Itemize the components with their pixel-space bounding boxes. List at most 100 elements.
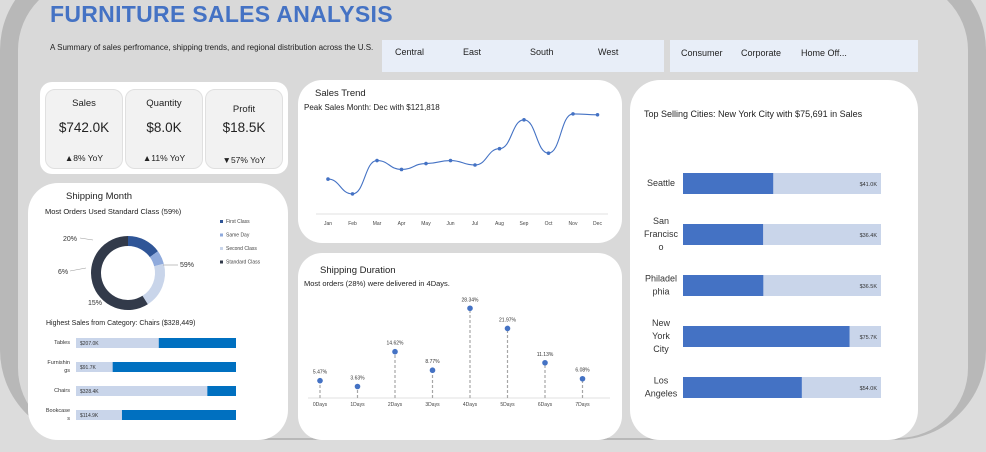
slicer-item-central[interactable]: Central <box>395 47 424 57</box>
city-axis-label: San <box>653 216 669 226</box>
city-axis-label: Los <box>654 376 669 386</box>
slicer-item-west[interactable]: West <box>598 47 618 57</box>
sales-trend-point <box>399 167 404 172</box>
donut-slice <box>127 236 158 258</box>
duration-point <box>392 348 398 355</box>
sales-trend-line <box>327 113 598 195</box>
sales-trend-chart: Jan Feb Mar Apr May Jun Jul Aug Sep Oct Nov Dec <box>316 112 608 227</box>
region-slicer: Central East South West <box>382 40 664 72</box>
legend-label: First Class <box>226 219 250 225</box>
trend-axis-label: Sep <box>520 221 529 227</box>
top-cities-chart: $41.0K Seattle $36.4K San Francisc o $36.5K Phi… <box>644 173 881 399</box>
category-bar-label: $207.0K <box>80 341 99 347</box>
sales-trend-point <box>350 192 355 196</box>
city-axis-label: Angeles <box>645 389 678 399</box>
shipping-duration-panel: Shipping Duration Most orders (28%) were… <box>298 253 622 440</box>
trend-axis-label: Jun <box>446 221 454 227</box>
legend-swatch <box>220 220 223 223</box>
duration-axis-label: 1Days <box>350 402 365 408</box>
trend-axis-label: Jul <box>472 221 478 227</box>
trend-axis-label: Nov <box>569 221 578 227</box>
kpi-yoy: ▼57% YoY <box>222 155 266 165</box>
shipping-title: Shipping Month <box>66 191 133 202</box>
category-title: Highest Sales from Category: Chairs ($32… <box>46 320 196 327</box>
kpi-label: Sales <box>72 98 96 109</box>
legend-swatch <box>220 247 223 250</box>
kpi-sales: Sales $742.0K ▲8% YoY <box>45 89 123 169</box>
city-bar <box>683 224 764 245</box>
category-axis-label: Tables <box>54 340 70 346</box>
sales-trend-point <box>546 151 551 155</box>
top-cities-panel: Top Selling Cities: New York City with $… <box>630 80 918 440</box>
slicer-item-east[interactable]: East <box>463 47 481 57</box>
city-bar-label: $36.4K <box>860 233 878 239</box>
kpi-value: $8.0K <box>146 120 182 135</box>
category-bar-label: $114.9K <box>80 413 99 419</box>
kpi-value: $18.5K <box>222 120 266 135</box>
duration-point <box>504 325 511 332</box>
donut-slice <box>142 263 165 305</box>
duration-data-label: 3.63% <box>350 376 365 382</box>
category-axis-label: Furnishin <box>47 360 70 366</box>
category-axis-label: Chairs <box>54 388 70 394</box>
slicer-item-consumer[interactable]: Consumer <box>681 48 723 58</box>
city-bar-label: $36.5K <box>860 284 878 290</box>
sales-trend-point <box>595 112 600 117</box>
slicer-item-south[interactable]: South <box>530 47 554 57</box>
duration-axis-label: 4Days <box>463 402 478 408</box>
legend-label: Second Class <box>226 246 257 252</box>
duration-data-label: 5.47% <box>313 370 328 376</box>
duration-axis-label: 2Days <box>388 402 403 408</box>
kpi-panel: Sales $742.0K ▲8% YoY Quantity $8.0K ▲11… <box>40 82 288 174</box>
kpi-label: Quantity <box>146 98 182 109</box>
category-axis-label: gs <box>64 368 70 374</box>
shipping-duration-chart: 5.47% 0Days 3.63% 1Days 14.62% 2Days 8.77% 3Day… <box>308 297 610 408</box>
duration-axis-label: 0Days <box>313 402 328 408</box>
duration-data-label: 11.13% <box>537 352 554 358</box>
city-axis-label: York <box>652 331 670 341</box>
duration-point <box>467 305 473 312</box>
shipping-panel: Shipping Month Most Orders Used Standard… <box>28 183 288 440</box>
city-bar-label: $41.0K <box>860 182 878 188</box>
duration-data-label: 8.77% <box>425 359 440 365</box>
trend-axis-label: Dec <box>593 221 602 227</box>
legend-swatch <box>220 233 223 237</box>
city-axis-label: Philadel <box>645 274 677 284</box>
slicer-item-home-office[interactable]: Home Off... <box>801 48 847 58</box>
city-bar-label: $75.7K <box>860 335 878 341</box>
trend-axis-label: Oct <box>545 221 553 227</box>
category-axis-label: Bookcase <box>46 408 70 414</box>
kpi-profit: Profit $18.5K ▼57% YoY <box>205 89 283 169</box>
trend-axis-label: Apr <box>398 221 406 227</box>
kpi-label: Profit <box>232 104 256 115</box>
sales-trend-point <box>375 158 379 163</box>
legend-label: Standard Class <box>226 260 261 266</box>
donut-label: 15% <box>88 300 102 307</box>
slicer-item-corporate[interactable]: Corporate <box>741 48 781 58</box>
donut-label: 6% <box>58 269 68 276</box>
kpi-quantity: Quantity $8.0K ▲11% YoY <box>125 89 203 169</box>
city-bar <box>683 326 850 347</box>
category-axis-label: s <box>67 416 70 422</box>
category-bar-chart: $207.0K Tables $91.7K Furnishin gs $328.4K Cha… <box>46 338 236 422</box>
city-axis-label: City <box>653 344 669 354</box>
duration-data-label: 21.97% <box>499 317 517 323</box>
duration-data-label: 28.34% <box>462 297 480 303</box>
duration-point <box>429 367 436 374</box>
sales-trend-point <box>448 158 453 163</box>
sales-trend-point <box>473 163 477 167</box>
donut-label: 59% <box>180 262 194 269</box>
duration-axis-label: 3Days <box>425 402 440 408</box>
legend-label: Same Day <box>226 233 250 239</box>
legend-swatch <box>220 260 223 264</box>
duration-point <box>317 377 323 384</box>
duration-axis-label: 5Days <box>500 402 515 408</box>
page-title: FURNITURE SALES ANALYSIS <box>50 1 393 27</box>
city-axis-label: Seattle <box>647 178 675 188</box>
sales-trend-point <box>522 118 526 122</box>
duration-data-label: 14.62% <box>387 341 405 347</box>
kpi-yoy: ▲8% YoY <box>64 153 104 163</box>
duration-data-label: 6.08% <box>575 368 590 374</box>
sales-trend-point <box>571 112 575 116</box>
city-bar <box>683 377 802 398</box>
